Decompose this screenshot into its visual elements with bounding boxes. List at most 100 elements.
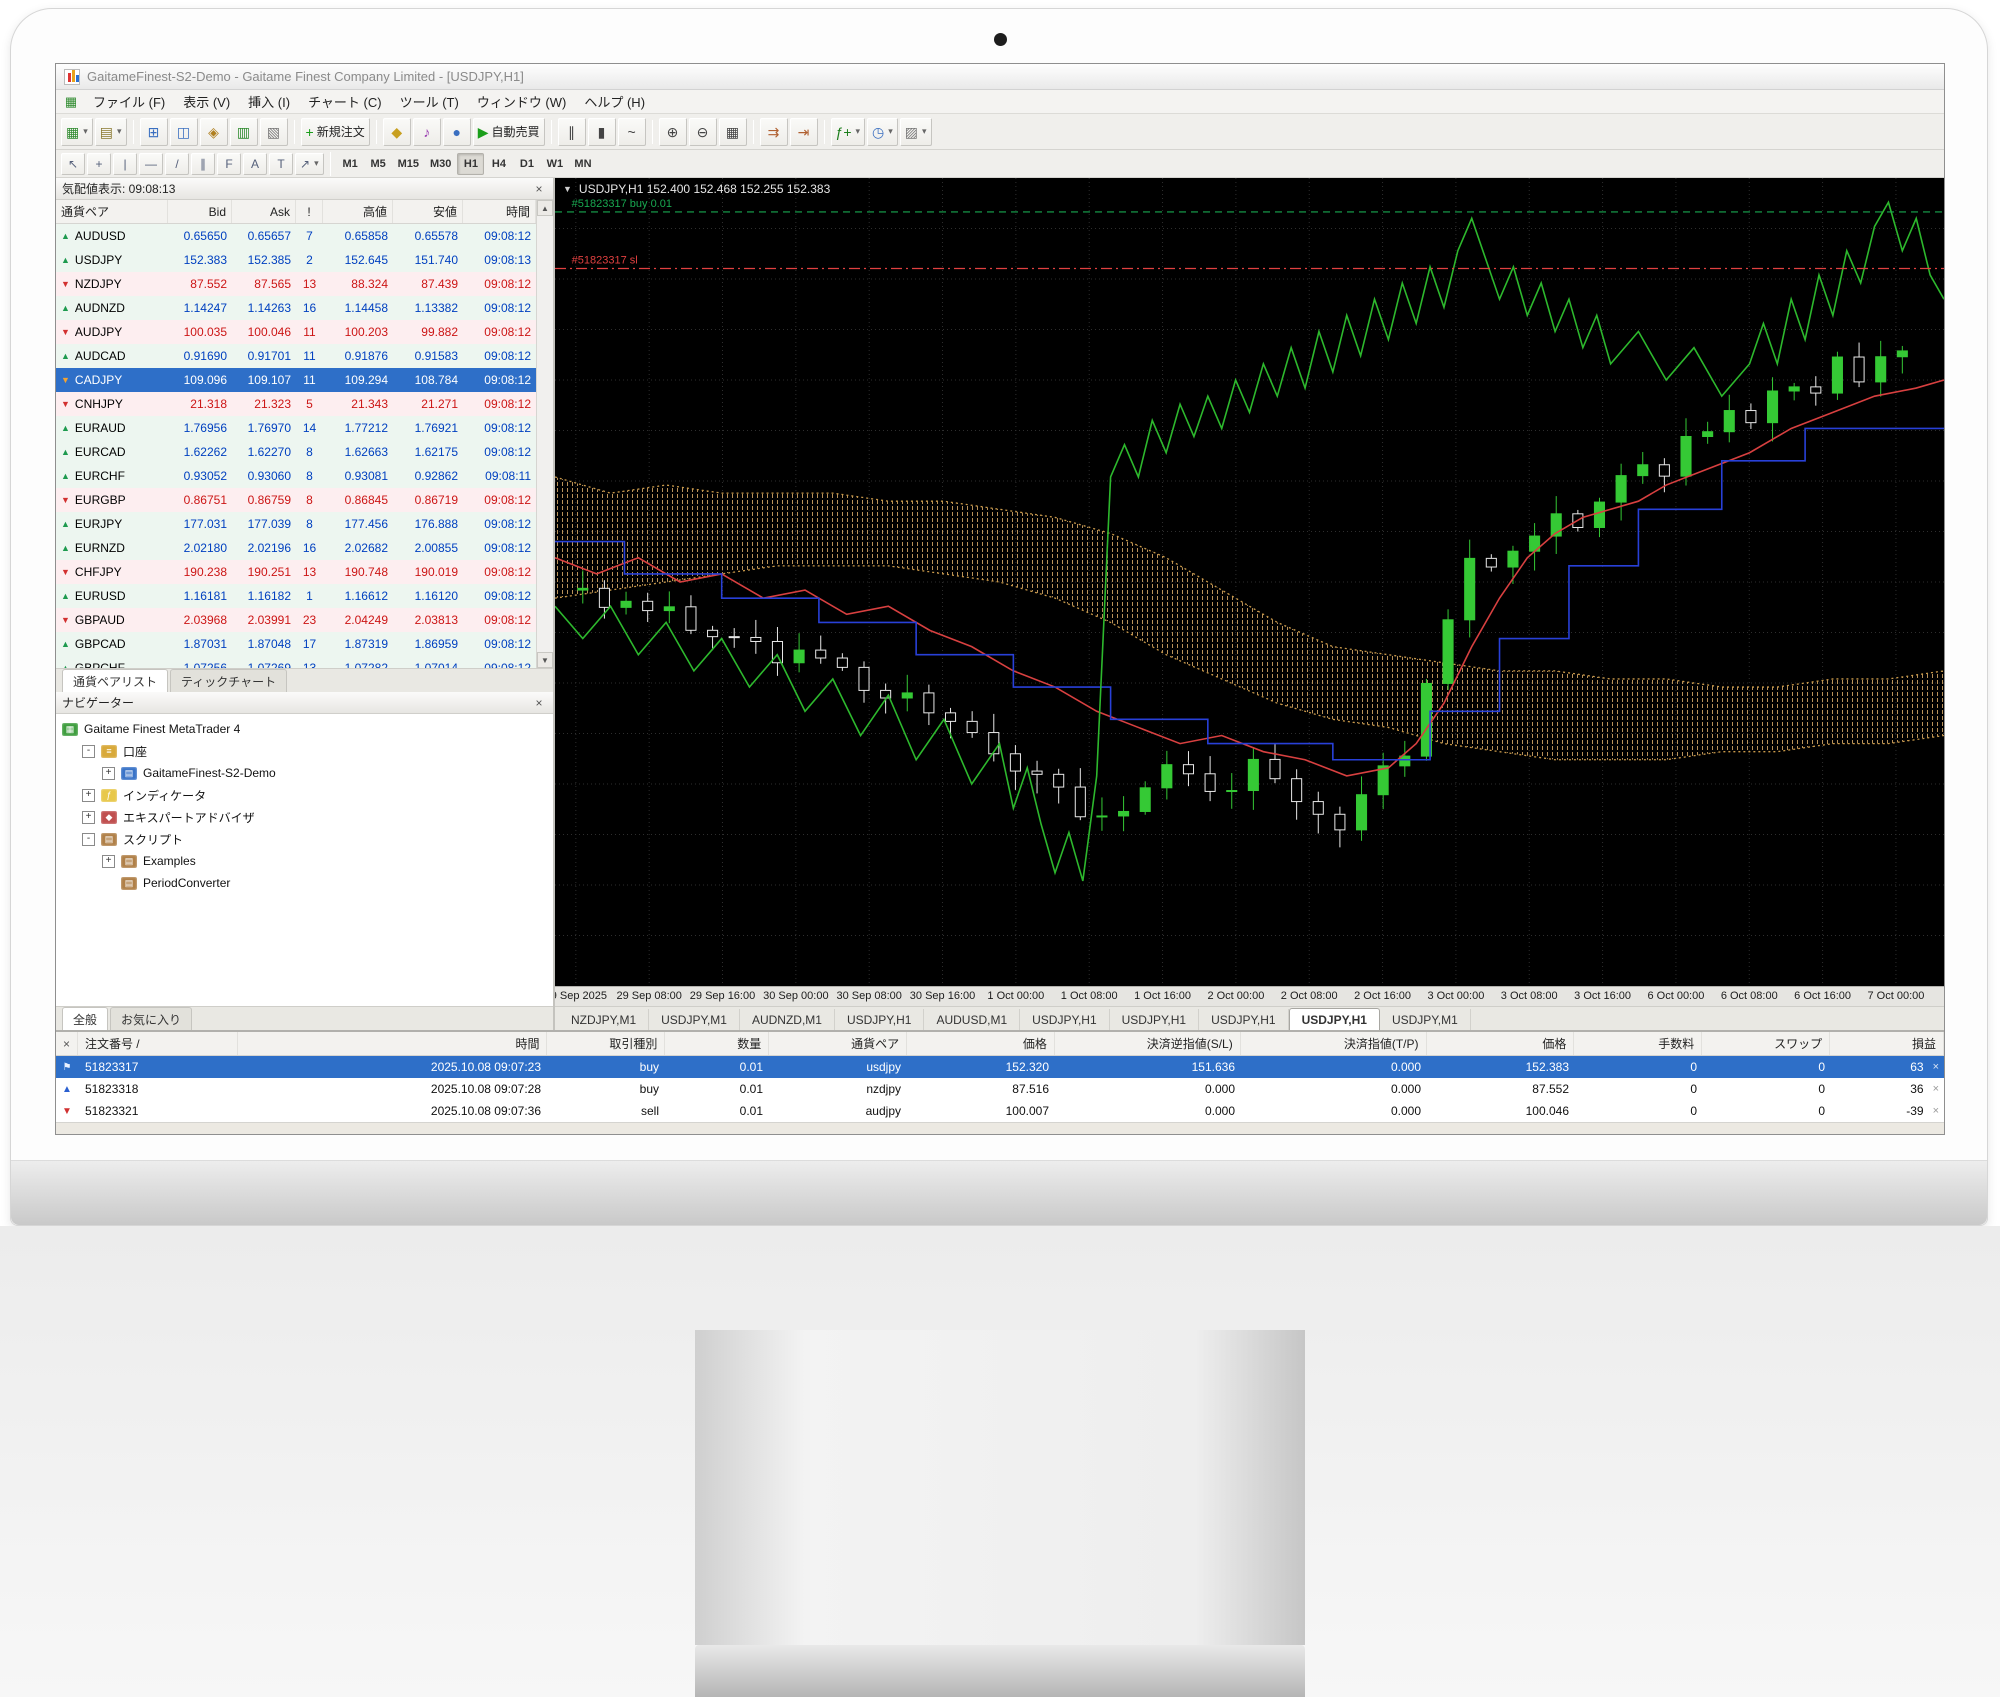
experts-button[interactable]: ● <box>442 117 471 146</box>
close-position-icon[interactable]: × <box>1933 1083 1939 1095</box>
market-watch-row[interactable]: ▼ EURGBP 0.86751 0.86759 8 0.86845 0.86719 09:0… <box>56 488 553 512</box>
terminal-toggle[interactable]: ▥ <box>229 117 258 146</box>
menu-item-2[interactable]: 挿入 (I) <box>239 90 299 113</box>
scroll-down-icon[interactable]: ▼ <box>537 652 553 668</box>
templates-button[interactable]: ▨ ▾ <box>899 117 932 146</box>
new-order-button[interactable]: + 新規注文 <box>300 117 370 146</box>
market-watch-toggle[interactable]: ⊞ <box>139 117 168 146</box>
tree-expander-icon[interactable]: + <box>102 766 115 780</box>
menu-item-4[interactable]: ツール (T) <box>391 90 468 113</box>
tree-item[interactable]: + ▤ GaitameFinest-S2-Demo <box>56 762 553 784</box>
close-icon[interactable]: × <box>531 181 547 197</box>
indicators-button[interactable]: ƒ+ ▾ <box>830 117 866 146</box>
order-row[interactable]: ⚑ 51823317 2025.10.08 09:07:23 buy 0.01 usdjp… <box>56 1056 1944 1078</box>
market-watch-tab-1[interactable]: ティックチャート <box>170 669 288 692</box>
chevron-down-icon[interactable]: ▾ <box>856 126 861 137</box>
terminal-close-icon[interactable]: × <box>56 1032 78 1055</box>
terminal-column-header[interactable]: スワップ <box>1702 1032 1831 1055</box>
new-chart-button[interactable]: ▦ ▾ <box>61 117 93 146</box>
market-watch-column-header[interactable]: 安値 <box>393 200 463 223</box>
market-watch-row[interactable]: ▼ CNHJPY 21.318 21.323 5 21.343 21.271 09:08:12 <box>56 392 553 416</box>
vertical-line-tool[interactable]: | <box>113 152 137 175</box>
chevron-down-icon[interactable]: ▾ <box>117 126 122 137</box>
navigator-tab-1[interactable]: お気に入り <box>110 1007 193 1030</box>
chart-tab-4[interactable]: AUDUSD,M1 <box>924 1009 1021 1030</box>
market-watch-row[interactable]: ▼ CADJPY 109.096 109.107 11 109.294 108.784 09:… <box>56 368 553 392</box>
tree-item[interactable]: + ƒ インディケータ <box>56 784 553 806</box>
profiles-button[interactable]: ▤ ▾ <box>94 117 127 146</box>
market-watch-row[interactable]: ▼ NZDJPY 87.552 87.565 13 88.324 87.439 09:08:1… <box>56 272 553 296</box>
market-watch-row[interactable]: ▲ GBPCAD 1.87031 1.87048 17 1.87319 1.86959 09:… <box>56 632 553 656</box>
market-watch-row[interactable]: ▼ AUDJPY 100.035 100.046 11 100.203 99.882 09:0… <box>56 320 553 344</box>
chart-tab-7[interactable]: USDJPY,H1 <box>1199 1009 1289 1030</box>
market-watch-row[interactable]: ▲ AUDNZD 1.14247 1.14263 16 1.14458 1.13382 09:… <box>56 296 553 320</box>
market-watch-column-header[interactable]: Ask <box>232 200 296 223</box>
market-watch-column-header[interactable]: 時間 <box>463 200 536 223</box>
terminal-column-header[interactable]: 通貨ペア <box>769 1032 908 1055</box>
line-chart-button[interactable]: ~ <box>617 117 646 146</box>
chart-canvas[interactable]: #51823317 buy 0.01 #51823317 sl ▼ USDJPY,… <box>555 178 1944 986</box>
tree-expander-icon[interactable]: - <box>82 832 95 846</box>
market-watch-row[interactable]: ▲ USDJPY 152.383 152.385 2 152.645 151.740 09:0… <box>56 248 553 272</box>
tile-windows-button[interactable]: ▦ <box>718 117 747 146</box>
chevron-down-icon[interactable]: ▾ <box>314 158 319 169</box>
terminal-column-header[interactable]: 取引種別 <box>547 1032 666 1055</box>
chart-shift-button[interactable]: ⇥ <box>789 117 818 146</box>
market-watch-tab-0[interactable]: 通貨ペアリスト <box>62 669 169 692</box>
chart-tab-6[interactable]: USDJPY,H1 <box>1110 1009 1200 1030</box>
market-watch-row[interactable]: ▲ EURCAD 1.62262 1.62270 8 1.62663 1.62175 09:0… <box>56 440 553 464</box>
tree-item[interactable]: ▦ Gaitame Finest MetaTrader 4 <box>56 718 553 740</box>
sound-button[interactable]: ♪ <box>412 117 441 146</box>
tree-item[interactable]: - ▤ スクリプト <box>56 828 553 850</box>
autotrading-button[interactable]: ▶ 自動売買 <box>472 117 545 146</box>
terminal-column-header[interactable]: 損益 <box>1830 1032 1944 1055</box>
market-watch-row[interactable]: ▲ EURJPY 177.031 177.039 8 177.456 176.888 09:0… <box>56 512 553 536</box>
chart-tab-2[interactable]: AUDNZD,M1 <box>740 1009 835 1030</box>
auto-scroll-button[interactable]: ⇉ <box>759 117 788 146</box>
trendline-tool[interactable]: / <box>165 152 189 175</box>
close-icon[interactable]: × <box>531 695 547 711</box>
timeframe-h4[interactable]: H4 <box>485 153 512 175</box>
navigator-toggle[interactable]: ◈ <box>199 117 228 146</box>
market-watch-row[interactable]: ▲ EURUSD 1.16181 1.16182 1 1.16612 1.16120 09:0… <box>56 584 553 608</box>
close-position-icon[interactable]: × <box>1933 1105 1939 1117</box>
tree-item[interactable]: + ◆ エキスパートアドバイザ <box>56 806 553 828</box>
terminal-column-header[interactable]: 価格 <box>907 1032 1055 1055</box>
timeframe-m1[interactable]: M1 <box>337 153 364 175</box>
order-row[interactable]: ▲ 51823318 2025.10.08 09:07:28 buy 0.01 nzdjp… <box>56 1078 1944 1100</box>
timeframe-h1[interactable]: H1 <box>457 152 485 175</box>
text-label-tool[interactable]: T <box>269 152 293 175</box>
chart-tab-3[interactable]: USDJPY,H1 <box>835 1009 925 1030</box>
market-watch-row[interactable]: ▲ EURCHF 0.93052 0.93060 8 0.93081 0.92862 09:0… <box>56 464 553 488</box>
zoom-in-button[interactable]: ⊕ <box>658 117 687 146</box>
data-window-toggle[interactable]: ◫ <box>169 117 198 146</box>
market-watch-row[interactable]: ▲ GBPCHF 1.07256 1.07269 13 1.07282 1.07014 09:… <box>56 656 553 668</box>
tree-expander-icon[interactable]: + <box>102 854 115 868</box>
market-watch-row[interactable]: ▲ AUDCAD 0.91690 0.91701 11 0.91876 0.91583 09:… <box>56 344 553 368</box>
market-watch-row[interactable]: ▲ EURAUD 1.76956 1.76970 14 1.77212 1.76921 09:… <box>56 416 553 440</box>
timeframe-d1[interactable]: D1 <box>513 153 540 175</box>
timeframe-m5[interactable]: M5 <box>365 153 392 175</box>
channel-tool[interactable]: ∥ <box>191 152 215 175</box>
bar-chart-button[interactable]: ∥ <box>557 117 586 146</box>
chart-tab-9[interactable]: USDJPY,M1 <box>1380 1009 1471 1030</box>
candlestick-button[interactable]: ▮ <box>587 117 616 146</box>
market-watch-scrollbar[interactable]: ▲ ▼ <box>536 200 553 668</box>
timeframe-mn[interactable]: MN <box>569 153 596 175</box>
terminal-column-header[interactable]: 決済指値(T/P) <box>1241 1032 1427 1055</box>
fibonacci-tool[interactable]: F <box>217 152 241 175</box>
chevron-down-icon[interactable]: ▾ <box>922 126 927 137</box>
strategy-tester-toggle[interactable]: ▧ <box>259 117 288 146</box>
market-watch-row[interactable]: ▼ CHFJPY 190.238 190.251 13 190.748 190.019 09:… <box>56 560 553 584</box>
market-watch-column-header[interactable]: 高値 <box>323 200 393 223</box>
tree-expander-icon[interactable]: + <box>82 810 95 824</box>
close-position-icon[interactable]: × <box>1933 1061 1939 1073</box>
terminal-column-header[interactable]: 時間 <box>238 1032 548 1055</box>
crosshair-tool[interactable]: + <box>87 152 111 175</box>
tree-expander-icon[interactable]: - <box>82 744 95 758</box>
metaeditor-button[interactable]: ◆ <box>382 117 411 146</box>
terminal-column-header[interactable]: 価格 <box>1427 1032 1575 1055</box>
tree-item[interactable]: ▤ PeriodConverter <box>56 872 553 894</box>
chart-tab-8[interactable]: USDJPY,H1 <box>1288 1008 1380 1031</box>
timeframe-w1[interactable]: W1 <box>541 153 568 175</box>
